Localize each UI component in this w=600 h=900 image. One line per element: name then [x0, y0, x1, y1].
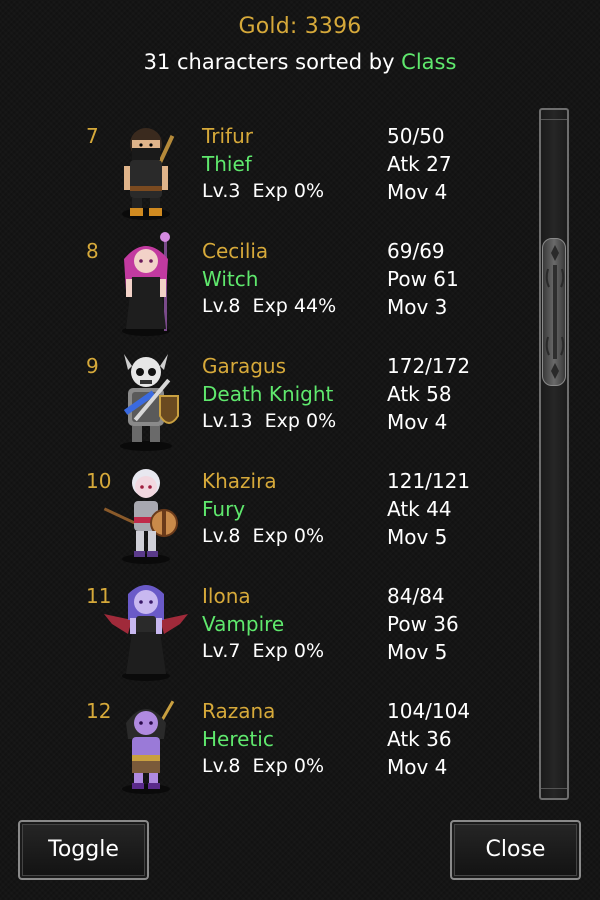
death-knight-portrait-icon	[120, 354, 179, 451]
character-level: Lv.13 Exp 0%	[202, 410, 337, 432]
character-row[interactable]: 9 Garagus Death Knight Lv.13 Exp 0% 172/…	[0, 340, 530, 455]
character-row[interactable]: 8 Cecilia Witch Lv.8 Exp 44% 69/69 Pow 6…	[0, 225, 530, 340]
character-hp: 84/84	[387, 584, 445, 608]
scroll-ornament-icon	[545, 245, 565, 379]
witch-portrait-icon	[122, 232, 170, 336]
character-name: Trifur	[202, 124, 253, 148]
character-row[interactable]: 11 Ilona Vampire Lv.7 Exp 0% 84/84 Pow 3…	[0, 570, 530, 685]
character-move: Mov 3	[387, 295, 448, 319]
character-attack-stat: Atk 58	[387, 382, 452, 406]
thief-portrait-icon	[122, 128, 175, 220]
character-name: Khazira	[202, 469, 277, 493]
character-name: Garagus	[202, 354, 287, 378]
character-hp: 50/50	[387, 124, 445, 148]
character-index: 7	[86, 124, 99, 148]
vampire-portrait-icon	[104, 585, 188, 681]
character-class: Witch	[202, 267, 259, 291]
character-move: Mov 4	[387, 755, 448, 779]
heretic-portrait-icon	[122, 700, 175, 794]
toggle-button[interactable]: Toggle	[18, 820, 149, 880]
character-hp: 172/172	[387, 354, 471, 378]
character-attack-stat: Atk 44	[387, 497, 452, 521]
character-name: Razana	[202, 699, 276, 723]
character-level: Lv.8 Exp 0%	[202, 755, 325, 777]
character-list[interactable]: 7 Trifur Thief Lv.3 Exp 0% 50/50 Atk 27 …	[0, 110, 530, 800]
character-level: Lv.7 Exp 0%	[202, 640, 325, 662]
character-class: Thief	[202, 152, 252, 176]
character-name: Ilona	[202, 584, 251, 608]
sort-description: 31 characters sorted by Class	[0, 50, 600, 74]
character-name: Cecilia	[202, 239, 269, 263]
character-index: 9	[86, 354, 99, 378]
character-attack-stat: Atk 27	[387, 152, 452, 176]
character-attack-stat: Atk 36	[387, 727, 452, 751]
list-scrollbar[interactable]	[539, 108, 569, 800]
character-level: Lv.8 Exp 44%	[202, 295, 337, 317]
scrollbar-thumb[interactable]	[542, 238, 566, 386]
character-level: Lv.8 Exp 0%	[202, 525, 325, 547]
sort-prefix: 31 characters sorted by	[143, 50, 402, 74]
character-move: Mov 4	[387, 410, 448, 434]
character-hp: 121/121	[387, 469, 471, 493]
character-index: 8	[86, 239, 99, 263]
character-power-stat: Pow 61	[387, 267, 459, 291]
character-row[interactable]: 12 Razana Heretic Lv.8 Exp 0% 104/104 At…	[0, 685, 530, 800]
scrollbar-top-cap	[541, 110, 567, 120]
character-move: Mov 4	[387, 180, 448, 204]
character-row[interactable]: 7 Trifur Thief Lv.3 Exp 0% 50/50 Atk 27 …	[0, 110, 530, 225]
character-level: Lv.3 Exp 0%	[202, 180, 325, 202]
character-class: Fury	[202, 497, 246, 521]
character-class: Death Knight	[202, 382, 334, 406]
sort-key[interactable]: Class	[401, 50, 456, 74]
character-row[interactable]: 10 Khazira Fury Lv.8 Exp 0% 121/121 Atk …	[0, 455, 530, 570]
character-power-stat: Pow 36	[387, 612, 459, 636]
gold-display: Gold: 3396	[238, 14, 362, 39]
close-button[interactable]: Close	[450, 820, 581, 880]
character-class: Heretic	[202, 727, 274, 751]
character-move: Mov 5	[387, 525, 448, 549]
character-hp: 104/104	[387, 699, 471, 723]
scrollbar-bottom-cap	[541, 788, 567, 798]
character-move: Mov 5	[387, 640, 448, 664]
character-class: Vampire	[202, 612, 285, 636]
fury-portrait-icon	[103, 469, 178, 564]
character-hp: 69/69	[387, 239, 445, 263]
